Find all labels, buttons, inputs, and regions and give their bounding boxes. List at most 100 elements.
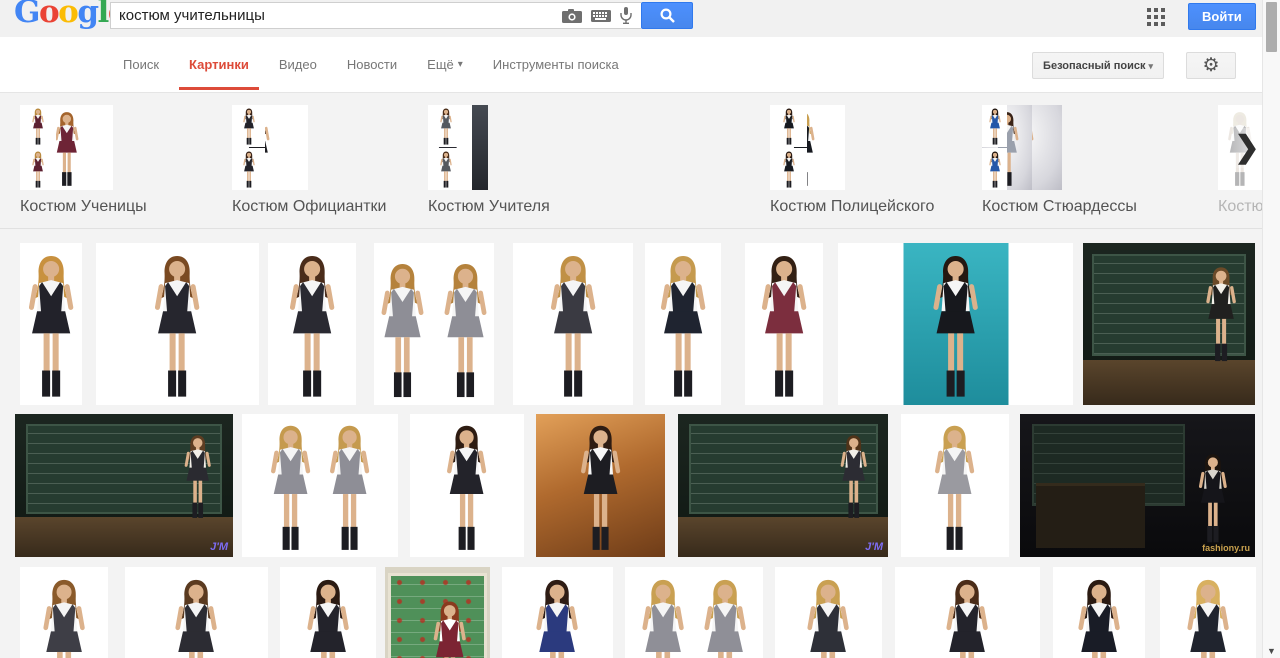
- image-result[interactable]: [96, 243, 259, 405]
- tab-label: Инструменты поиска: [492, 57, 619, 72]
- related-thumbs: [20, 105, 147, 190]
- related-thumbs: [770, 105, 934, 190]
- tab-more[interactable]: Ещё ▾: [416, 37, 474, 92]
- tab-label: Видео: [278, 57, 317, 72]
- image-result[interactable]: [385, 567, 490, 658]
- gear-icon: ⚙: [1202, 54, 1220, 76]
- logo-letter: g: [77, 0, 99, 30]
- tab-label: Поиск: [123, 57, 160, 72]
- related-search-label[interactable]: Костюм Учителя: [428, 198, 550, 216]
- related-thumb[interactable]: [232, 105, 265, 190]
- related-search-label[interactable]: Костюм Ученицы: [20, 198, 147, 216]
- logo-letter: G: [14, 0, 40, 30]
- top-header: Google Войти: [0, 0, 1280, 37]
- chevron-down-icon: ▾: [1148, 60, 1153, 71]
- image-result[interactable]: [513, 243, 633, 405]
- image-result[interactable]: [20, 567, 108, 658]
- settings-button[interactable]: ⚙: [1186, 52, 1236, 79]
- microphone-icon[interactable]: [620, 7, 632, 24]
- related-group-4: Костюм Стюардессы: [982, 105, 1137, 216]
- related-thumbs: purpur: [232, 105, 386, 190]
- related-search-label[interactable]: Костюм Стюардессы: [982, 198, 1137, 216]
- scroll-down-arrow[interactable]: ▼: [1263, 646, 1280, 656]
- image-result[interactable]: [125, 567, 268, 658]
- watermark: J'M: [865, 541, 883, 553]
- related-group-3: Костюм Полицейского: [770, 105, 934, 216]
- related-group-2: Костюм Учителя: [428, 105, 550, 216]
- apps-grid-icon[interactable]: [1147, 8, 1165, 26]
- google-images-page: Google Войти Поиск Картинки Видео Новости Ещ…: [0, 0, 1280, 658]
- related-thumb-mini[interactable]: [232, 148, 265, 190]
- camera-search-icon[interactable]: [562, 8, 582, 23]
- related-search-label[interactable]: Костюм Полицейского: [770, 198, 934, 216]
- related-thumbs: [428, 105, 550, 190]
- tab-search[interactable]: Поиск: [112, 37, 170, 92]
- related-thumb[interactable]: [20, 105, 56, 190]
- related-thumb-mini[interactable]: [770, 148, 807, 190]
- image-result[interactable]: [242, 414, 398, 557]
- image-result[interactable]: [1083, 243, 1255, 405]
- tab-video[interactable]: Видео: [268, 37, 328, 92]
- related-thumb-mini[interactable]: [982, 148, 1007, 190]
- related-thumb-mini[interactable]: [428, 148, 464, 190]
- nav-bar: Поиск Картинки Видео Новости Ещё ▾ Инструменты…: [0, 37, 1280, 93]
- image-result[interactable]: [838, 243, 1073, 405]
- keyboard-icon[interactable]: [591, 9, 611, 22]
- related-thumb-mini[interactable]: [982, 105, 1007, 147]
- image-result[interactable]: [268, 243, 356, 405]
- related-thumb-mini[interactable]: [428, 105, 464, 147]
- logo-letter: o: [38, 0, 60, 30]
- image-result[interactable]: [20, 243, 82, 405]
- related-thumb-mini[interactable]: [770, 105, 807, 147]
- watermark: J'M: [210, 541, 228, 553]
- watermark: fashiony.ru: [1202, 543, 1250, 553]
- photo-area: [903, 243, 1008, 405]
- image-result[interactable]: [775, 567, 882, 658]
- related-thumb-mini[interactable]: [20, 148, 56, 190]
- image-result[interactable]: fashiony.ru: [1020, 414, 1255, 557]
- image-result[interactable]: [374, 243, 494, 405]
- image-result[interactable]: [280, 567, 376, 658]
- carousel-next-button[interactable]: ❯: [1231, 128, 1263, 168]
- search-button[interactable]: [641, 2, 693, 29]
- image-result[interactable]: [410, 414, 524, 557]
- safesearch-button[interactable]: Безопасный поиск ▾: [1032, 52, 1164, 79]
- nav-tabs: Поиск Картинки Видео Новости Ещё ▾ Инструменты…: [112, 37, 638, 92]
- related-thumb-mini[interactable]: [20, 105, 56, 147]
- safesearch-label: Безопасный поиск: [1043, 59, 1146, 72]
- related-thumb-mini[interactable]: [232, 105, 265, 147]
- sign-in-button[interactable]: Войти: [1188, 3, 1256, 30]
- search-input[interactable]: [111, 7, 562, 24]
- logo-letter: l: [97, 0, 110, 30]
- related-thumb[interactable]: [982, 105, 1007, 190]
- image-result[interactable]: [536, 414, 665, 557]
- related-thumbs: [982, 105, 1137, 190]
- scrollbar[interactable]: ▼: [1262, 0, 1280, 658]
- chevron-down-icon: ▾: [457, 59, 463, 70]
- tab-images[interactable]: Картинки: [178, 37, 260, 92]
- image-result[interactable]: J'M: [15, 414, 233, 557]
- related-thumb[interactable]: [428, 105, 464, 190]
- tab-news[interactable]: Новости: [336, 37, 408, 92]
- image-result[interactable]: [625, 567, 763, 658]
- image-result[interactable]: [502, 567, 613, 658]
- divider: [0, 228, 1262, 229]
- image-result[interactable]: [745, 243, 823, 405]
- image-result[interactable]: [645, 243, 721, 405]
- scrollbar-thumb[interactable]: [1266, 2, 1277, 52]
- image-result[interactable]: [1053, 567, 1145, 658]
- image-result[interactable]: [901, 414, 1009, 557]
- related-search-label[interactable]: Костюм Официантки: [232, 198, 386, 216]
- logo-letter: o: [58, 0, 79, 30]
- tab-search-tools[interactable]: Инструменты поиска: [482, 37, 630, 92]
- related-thumb[interactable]: [770, 105, 807, 190]
- related-group-1: purpur Костюм Официантки: [232, 105, 386, 216]
- image-result[interactable]: [1160, 567, 1256, 658]
- tab-label: Ещё: [427, 57, 454, 72]
- search-box: [110, 2, 641, 29]
- search-icon: [659, 8, 675, 23]
- tab-label: Картинки: [189, 57, 249, 72]
- image-result[interactable]: J'M: [678, 414, 888, 557]
- image-result[interactable]: [895, 567, 1040, 658]
- related-group-0: Костюм Ученицы: [20, 105, 147, 216]
